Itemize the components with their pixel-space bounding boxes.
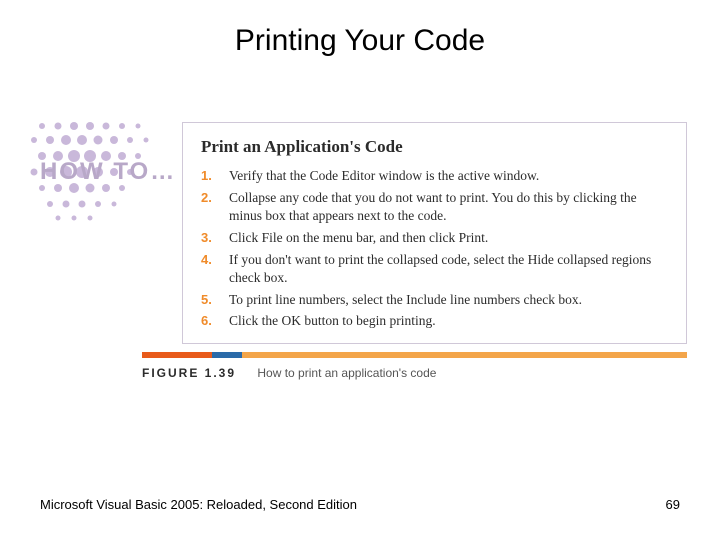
step-item: Verify that the Code Editor window is th… — [201, 167, 668, 186]
figure-divider — [142, 352, 687, 358]
howto-figure: HOW TO… Print an Application's Code Veri… — [22, 116, 688, 380]
footer-book-title: Microsoft Visual Basic 2005: Reloaded, S… — [40, 497, 357, 512]
figure-number: FIGURE 1.39 — [142, 366, 236, 380]
slide-title: Printing Your Code — [0, 0, 720, 58]
step-item: Collapse any code that you do not want t… — [201, 189, 668, 226]
figure-caption-row: FIGURE 1.39 How to print an application'… — [142, 366, 687, 380]
step-item: To print line numbers, select the Includ… — [201, 291, 668, 310]
page-number: 69 — [666, 497, 680, 512]
figure-caption: How to print an application's code — [257, 366, 436, 380]
instruction-panel: Print an Application's Code Verify that … — [182, 122, 687, 344]
step-item: Click the OK button to begin printing. — [201, 312, 668, 331]
step-item: Click File on the menu bar, and then cli… — [201, 229, 668, 248]
howto-heading: HOW TO… — [40, 158, 176, 186]
panel-title: Print an Application's Code — [201, 137, 668, 157]
step-list: Verify that the Code Editor window is th… — [201, 167, 668, 331]
step-item: If you don't want to print the collapsed… — [201, 251, 668, 288]
